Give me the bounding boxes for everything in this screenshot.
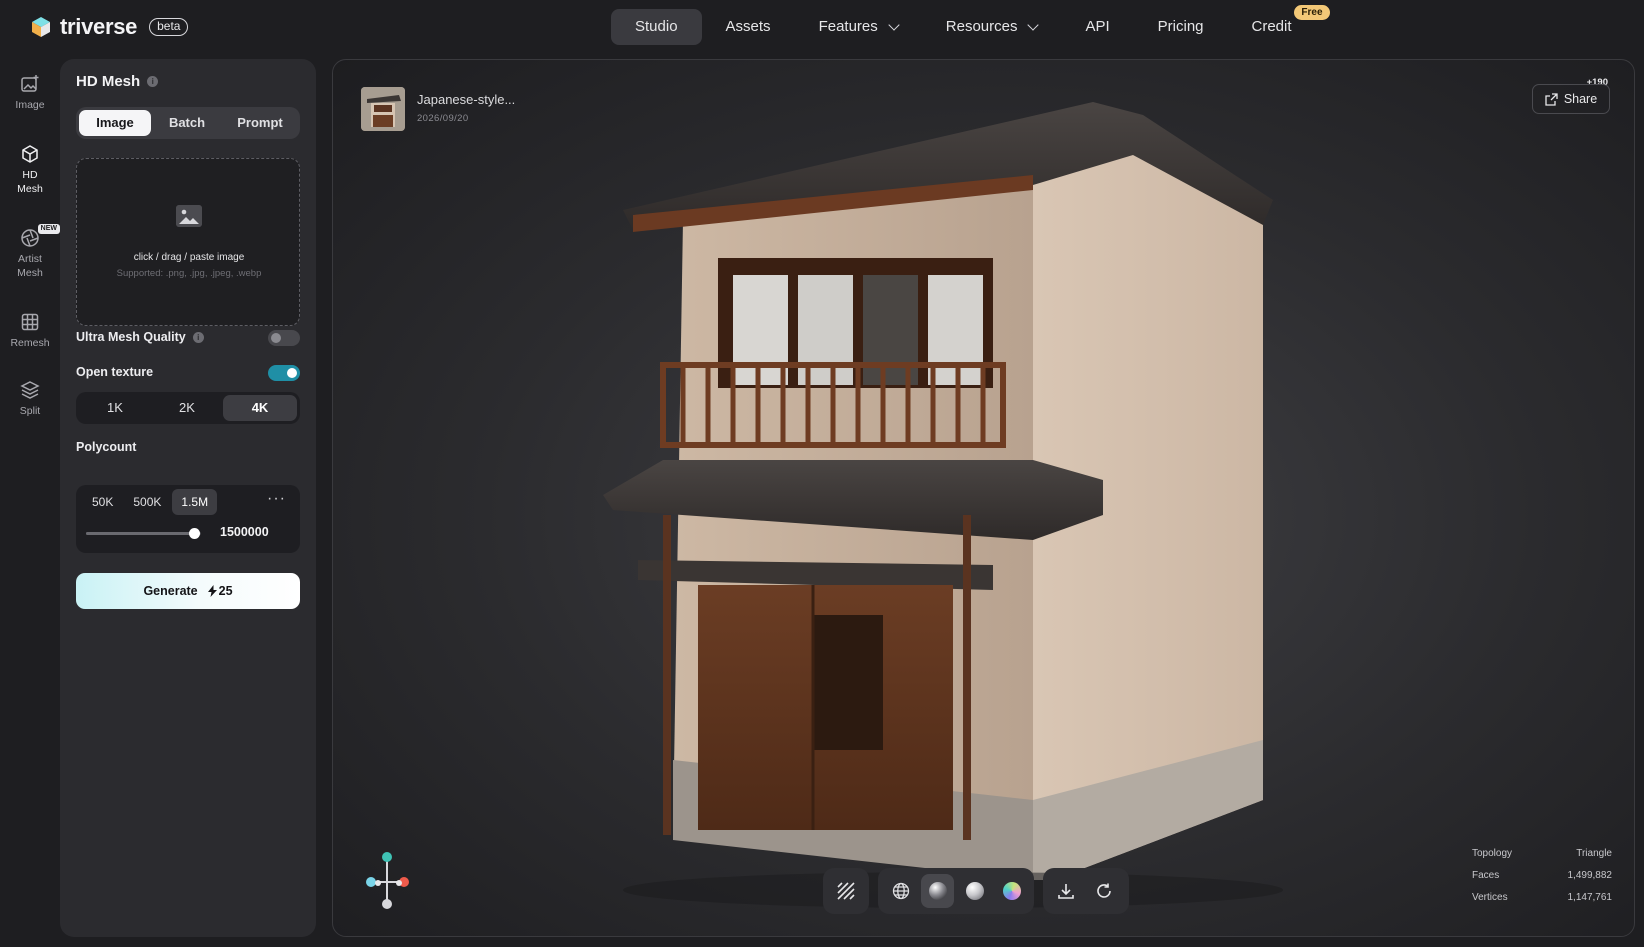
slider-fill [86,532,195,535]
clay-sphere-icon [965,882,984,900]
nav-pricing[interactable]: Pricing [1134,9,1228,45]
polycount-500k-option[interactable]: 500K [124,489,170,515]
stat-topology: Topology Triangle [1472,848,1612,859]
polycount-presets: 50K 500K 1.5M [83,489,219,515]
polycount-1-5m-option[interactable]: 1.5M [172,489,218,515]
image-upload-icon [176,205,202,227]
door-window [813,615,883,750]
polycount-label: Polycount [76,440,137,454]
nav-resources[interactable]: Resources [922,9,1062,45]
cube-icon [22,145,38,163]
share-icon [1545,92,1558,106]
wire-globe-icon [892,882,909,900]
nav-assets[interactable]: Assets [702,9,795,45]
beta-badge: beta [149,18,189,36]
triverse-logo-icon [32,17,50,37]
info-icon[interactable]: i [147,76,159,87]
texture-2k-option[interactable]: 2K [151,395,223,421]
asset-name: Japanese-style... [417,92,516,107]
toggle-knob [271,333,281,343]
open-texture-toggle[interactable] [268,365,300,381]
nav-features[interactable]: Features [795,9,922,45]
share-button[interactable]: Share [1532,84,1610,114]
chevron-down-icon [888,18,900,31]
settings-panel: HD Mesh i Image Batch Prompt click / dra… [60,59,316,937]
asset-thumbnail[interactable] [361,87,405,131]
panel-title: HD Mesh i [76,73,159,90]
wireframe-toolbar [823,868,869,914]
free-badge: Free [1294,5,1330,20]
support-pole [963,515,971,840]
normal-sphere-icon [1002,882,1021,900]
image-plus-icon [21,75,39,92]
more-options-icon[interactable]: ··· [267,490,286,508]
clay-mode-button[interactable] [958,874,991,908]
nav-credit[interactable]: Credit Free [1228,5,1330,45]
house-model-render[interactable] [333,60,1635,937]
texture-4k-option[interactable]: 4K [223,395,297,421]
download-button[interactable] [1049,874,1083,908]
axis-gizmo-icon[interactable] [357,850,417,914]
ultra-quality-label: Ultra Mesh Quality i [76,330,204,344]
open-texture-label: Open texture [76,365,154,379]
info-icon[interactable]: i [192,331,204,343]
polycount-control: 50K 500K 1.5M ··· 1500000 [76,485,300,553]
texture-resolution-switch: 1K 2K 4K [76,392,300,424]
brand-name: triverse [60,14,138,39]
ultra-quality-toggle[interactable] [268,330,300,346]
rail-item-hd-mesh[interactable]: HD Mesh [0,144,60,196]
texture-1k-option[interactable]: 1K [79,395,151,421]
polycount-value: 1500000 [220,525,269,539]
dropzone-text: click / drag / paste image [133,252,245,263]
asset-date: 2026/09/20 [417,113,469,124]
textured-mode-button[interactable] [921,874,954,908]
download-icon [1058,884,1074,899]
chevron-down-icon [1027,18,1040,31]
generate-cost: 25 [207,584,233,598]
generate-button[interactable]: Generate 25 [76,573,300,609]
nav-studio[interactable]: Studio [611,9,702,45]
mesh-stats: Topology Triangle Faces 1,499,882 Vertices… [1472,848,1612,914]
action-toolbar [1043,868,1129,914]
polycount-slider[interactable] [86,528,201,539]
rotate-icon [1097,883,1111,898]
hatch-icon [837,882,855,900]
top-bar: triverse beta Studio Assets Features Res… [0,0,1644,56]
brand-logo[interactable]: triverse beta [30,14,189,40]
lightning-icon [207,585,217,597]
main-nav: Studio Assets Features Resources API Pri… [611,5,1330,45]
stat-vertices: Vertices 1,147,761 [1472,892,1612,903]
normal-mode-button[interactable] [995,874,1028,908]
rail-item-artist-mesh[interactable]: NEW Artist Mesh [0,224,60,280]
input-mode-switch: Image Batch Prompt [76,107,300,139]
tab-image[interactable]: Image [79,110,151,136]
polycount-50k-option[interactable]: 50K [83,489,122,515]
textured-sphere-icon [928,882,947,900]
toggle-knob [287,368,297,378]
dropzone-supported-formats: Supported: .png, .jpg, .jpeg, .webp [116,268,262,279]
nav-api[interactable]: API [1061,9,1133,45]
model-viewport[interactable]: Japanese-style... 2026/09/20 +190 Share [332,59,1635,937]
rotate-button[interactable] [1087,874,1121,908]
house-thumbnail-image [361,87,405,131]
wireframe-mode-button[interactable] [884,874,917,908]
layers-icon [20,381,40,399]
hatch-wireframe-button[interactable] [829,874,863,908]
support-pole [663,515,671,835]
rail-item-remesh[interactable]: Remesh [0,312,60,350]
rail-item-image[interactable]: Image [0,74,60,112]
tab-batch[interactable]: Batch [151,110,223,136]
grid-icon [21,313,39,331]
rail-item-split[interactable]: Split [0,380,60,418]
new-badge: NEW [37,224,60,234]
render-mode-toolbar [878,868,1034,914]
image-dropzone[interactable]: click / drag / paste image Supported: .p… [76,158,300,326]
slider-handle[interactable] [189,528,201,539]
stat-faces: Faces 1,499,882 [1472,870,1612,881]
tab-prompt[interactable]: Prompt [223,110,297,136]
